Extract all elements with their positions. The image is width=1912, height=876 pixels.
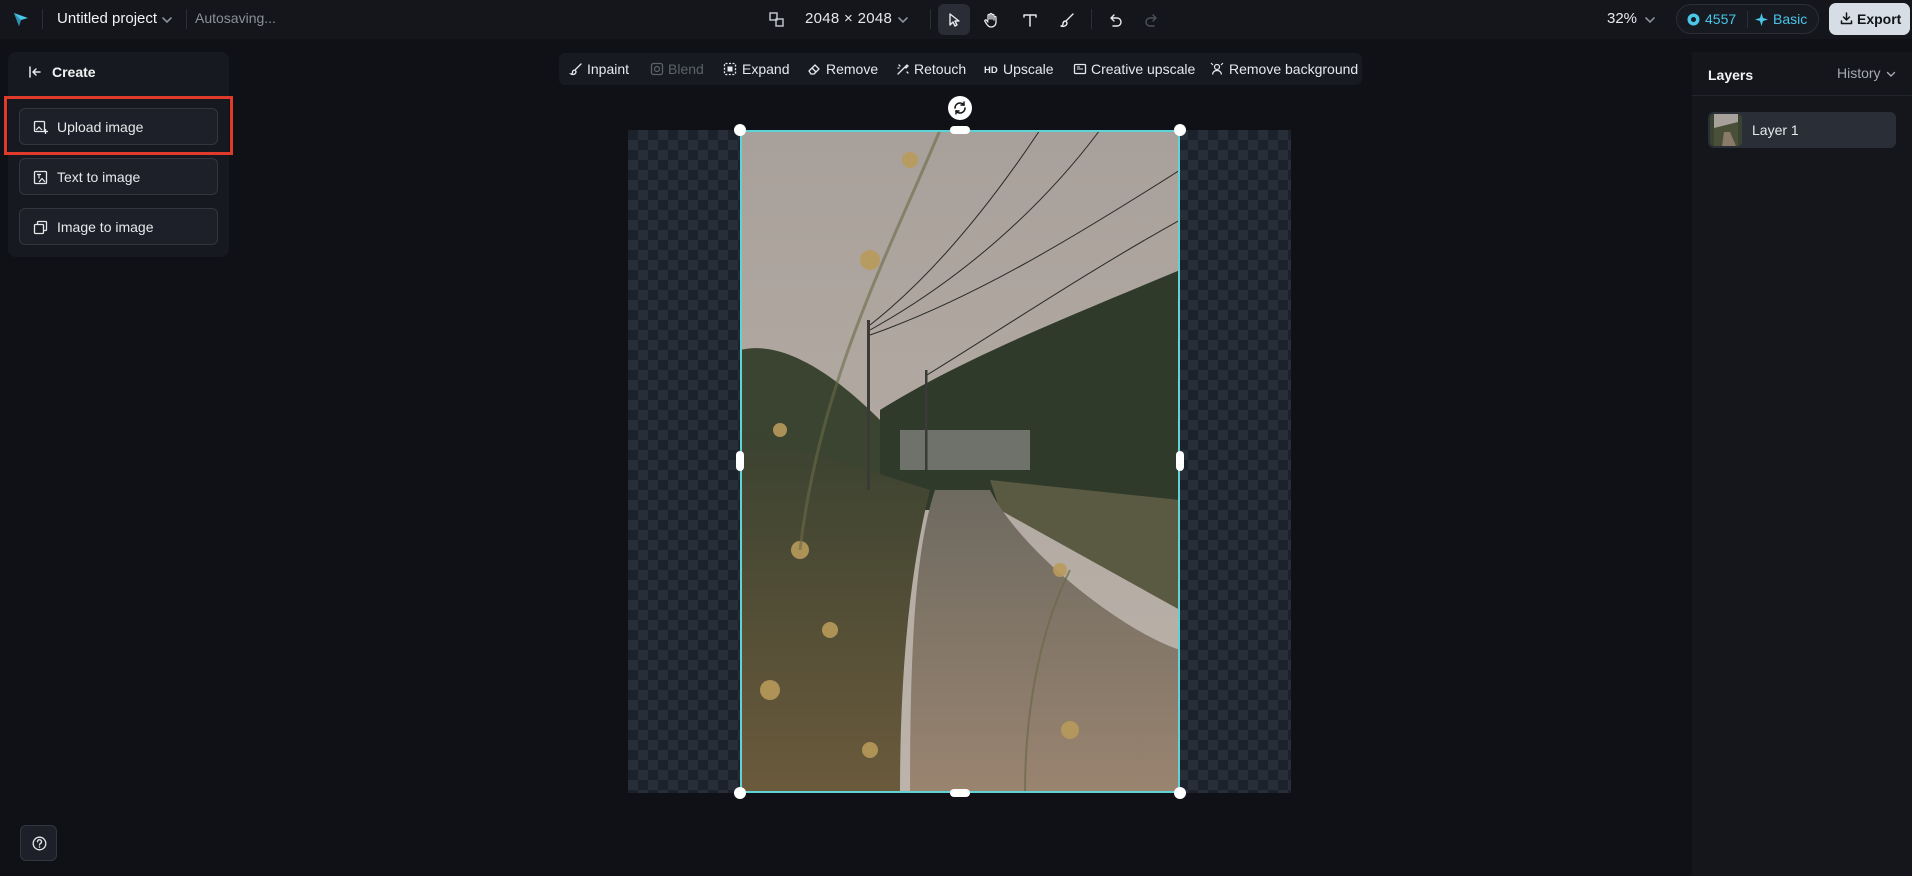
help-button[interactable] bbox=[20, 825, 57, 861]
chevron-down-icon[interactable] bbox=[1643, 13, 1657, 27]
text-to-image-button[interactable]: Text to image bbox=[19, 158, 218, 195]
expand-label: Expand bbox=[742, 61, 790, 77]
divider bbox=[1747, 11, 1748, 28]
remove-label: Remove bbox=[826, 61, 879, 77]
brush-tool-button[interactable] bbox=[1051, 4, 1083, 35]
svg-text:HD: HD bbox=[984, 65, 998, 76]
layer-item[interactable]: Layer 1 bbox=[1708, 112, 1896, 148]
divider bbox=[186, 9, 187, 29]
canvas-size-icon[interactable] bbox=[768, 11, 785, 28]
photo-image bbox=[740, 130, 1180, 793]
chevron-down-icon[interactable] bbox=[896, 13, 910, 27]
resize-handle-top-right[interactable] bbox=[1174, 124, 1186, 136]
divider bbox=[1692, 95, 1912, 96]
resize-handle-top-left[interactable] bbox=[734, 124, 746, 136]
eraser-icon bbox=[808, 64, 820, 75]
hand-tool-button[interactable] bbox=[975, 4, 1007, 35]
create-panel-title: Create bbox=[52, 64, 96, 80]
plan-name: Basic bbox=[1773, 11, 1808, 27]
text-to-image-icon bbox=[33, 170, 48, 185]
resize-handle-right[interactable] bbox=[1176, 451, 1184, 471]
blend-label: Blend bbox=[668, 61, 704, 77]
layers-panel: Layers History Layer 1 bbox=[1692, 52, 1912, 876]
image-to-image-icon bbox=[33, 220, 48, 235]
select-tool-button[interactable] bbox=[938, 4, 970, 35]
image-to-image-button[interactable]: Image to image bbox=[19, 208, 218, 245]
retouch-label: Retouch bbox=[914, 61, 967, 77]
redo-icon bbox=[1145, 13, 1157, 27]
canvas-size-label[interactable]: 2048 × 2048 bbox=[805, 10, 892, 27]
remove-background-label: Remove background bbox=[1229, 61, 1359, 77]
resize-handle-bottom-left[interactable] bbox=[734, 787, 746, 799]
top-bar: Untitled project Autosaving... 2048 × 20… bbox=[0, 0, 1912, 39]
divider bbox=[42, 9, 43, 29]
rotate-handle[interactable] bbox=[948, 96, 972, 120]
blend-icon bbox=[650, 62, 664, 76]
download-icon bbox=[1840, 12, 1853, 25]
text-to-image-label: Text to image bbox=[57, 169, 141, 185]
divider bbox=[1091, 9, 1092, 29]
upload-image-label: Upload image bbox=[57, 119, 144, 135]
creative-upscale-label: Creative upscale bbox=[1091, 61, 1196, 77]
upscale-label: Upscale bbox=[1003, 61, 1054, 77]
app-root: Untitled project Autosaving... 2048 × 20… bbox=[0, 0, 1912, 876]
text-tool-button[interactable] bbox=[1014, 4, 1046, 35]
export-label: Export bbox=[1857, 11, 1902, 27]
resize-handle-bottom[interactable] bbox=[950, 789, 970, 797]
divider bbox=[930, 9, 931, 29]
rotate-icon bbox=[954, 101, 966, 115]
canvas-photo-layer[interactable] bbox=[740, 130, 1180, 793]
hand-icon bbox=[984, 12, 997, 28]
credits-count: 4557 bbox=[1705, 11, 1737, 27]
image-to-image-label: Image to image bbox=[57, 219, 154, 235]
inpaint-icon bbox=[569, 63, 582, 76]
credits-plan-pill[interactable]: 4557 Basic bbox=[1676, 4, 1819, 34]
pointer-icon bbox=[949, 12, 960, 27]
autosave-status: Autosaving... bbox=[195, 10, 276, 26]
project-name[interactable]: Untitled project bbox=[57, 10, 157, 27]
text-icon bbox=[1023, 13, 1037, 27]
upload-image-button[interactable]: Upload image bbox=[19, 108, 218, 145]
undo-button[interactable] bbox=[1099, 4, 1131, 35]
chevron-down-icon[interactable] bbox=[1885, 68, 1897, 80]
app-logo-icon[interactable] bbox=[12, 10, 30, 28]
chevron-down-icon[interactable] bbox=[160, 13, 174, 27]
back-arrow-icon[interactable] bbox=[28, 65, 42, 79]
remove-bg-icon bbox=[1210, 62, 1224, 75]
hd-icon: HD bbox=[984, 65, 998, 76]
export-button[interactable]: Export bbox=[1829, 3, 1910, 35]
resize-handle-bottom-right[interactable] bbox=[1174, 787, 1186, 799]
layers-title[interactable]: Layers bbox=[1708, 67, 1753, 83]
history-tab[interactable]: History bbox=[1837, 65, 1881, 81]
sparkle-icon bbox=[1755, 13, 1768, 26]
upload-image-icon bbox=[33, 120, 48, 134]
brush-icon bbox=[1060, 12, 1074, 27]
layer-name: Layer 1 bbox=[1752, 122, 1799, 138]
creative-upscale-icon bbox=[1073, 63, 1087, 75]
redo-button[interactable] bbox=[1136, 4, 1168, 35]
resize-handle-left[interactable] bbox=[736, 451, 744, 471]
resize-handle-top[interactable] bbox=[950, 126, 970, 134]
inpaint-label: Inpaint bbox=[587, 61, 630, 77]
create-panel: Create Upload image Text to image Image … bbox=[8, 52, 229, 257]
layer-thumbnail bbox=[1710, 114, 1742, 146]
help-icon bbox=[32, 836, 47, 851]
zoom-level[interactable]: 32% bbox=[1607, 10, 1637, 27]
undo-icon bbox=[1110, 13, 1122, 27]
expand-icon bbox=[723, 62, 737, 76]
credit-coin-icon bbox=[1687, 13, 1700, 26]
edit-toolbar: Inpaint Blend Expand Remove Retouch HD U… bbox=[559, 53, 1362, 85]
retouch-icon bbox=[897, 64, 909, 75]
